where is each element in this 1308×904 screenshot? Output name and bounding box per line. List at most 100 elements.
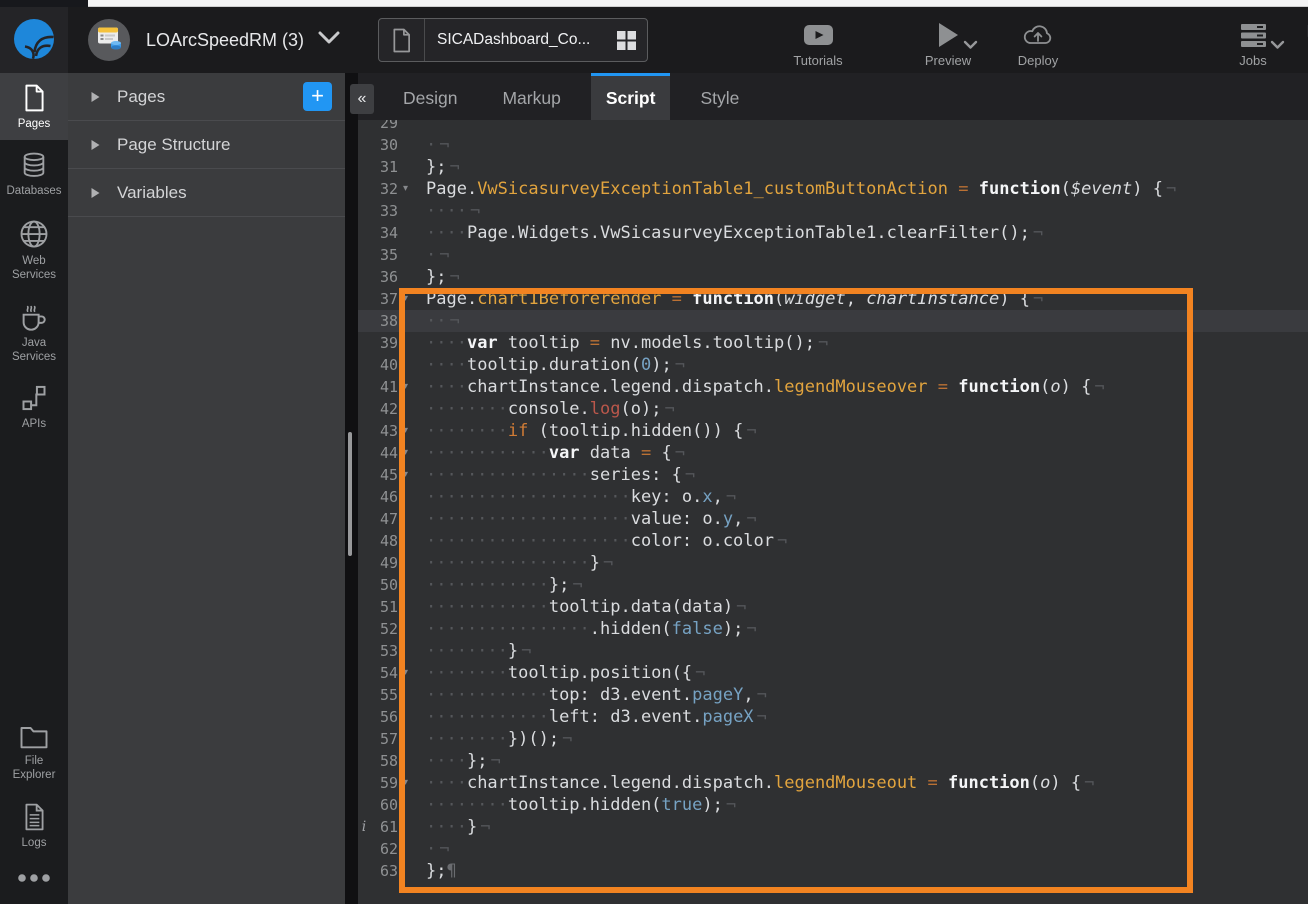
tab-style[interactable]: Style (685, 73, 754, 120)
chevron-down-icon[interactable] (1270, 38, 1285, 53)
line-number[interactable]: 31 (364, 156, 398, 178)
line-number[interactable]: 47 (364, 508, 398, 530)
code-line[interactable]: 29 (358, 120, 1308, 134)
line-number[interactable]: 52 (364, 618, 398, 640)
code-line[interactable]: 49················}¬ (358, 552, 1308, 574)
panel-section-variables[interactable]: Variables (68, 169, 345, 217)
line-number[interactable]: 32 (364, 178, 398, 200)
code-line[interactable]: 54▾········tooltip.position({¬ (358, 662, 1308, 684)
triangle-right-icon[interactable] (90, 91, 101, 103)
vertical-scrollbar-thumb[interactable] (348, 432, 352, 556)
code-line[interactable]: 37▾Page.chart1Beforerender = function(wi… (358, 288, 1308, 310)
line-number[interactable]: 62 (364, 838, 398, 860)
code-line[interactable]: 44▾············var data = {¬ (358, 442, 1308, 464)
code-line[interactable]: 59▾····chartInstance.legend.dispatch.leg… (358, 772, 1308, 794)
rail-item-pages[interactable]: Pages (0, 73, 68, 140)
triangle-right-icon[interactable] (90, 187, 101, 199)
line-number[interactable]: 30 (364, 134, 398, 156)
line-number[interactable]: 46 (364, 486, 398, 508)
rail-item-logs[interactable]: Logs (0, 792, 68, 859)
code-line[interactable]: 56············left: d3.event.pageX¬ (358, 706, 1308, 728)
collapse-panel-button[interactable]: « (350, 84, 374, 114)
topbar-deploy-button[interactable]: Deploy (998, 19, 1078, 68)
line-number[interactable]: 45 (364, 464, 398, 486)
line-number[interactable]: 50 (364, 574, 398, 596)
line-number[interactable]: 48 (364, 530, 398, 552)
line-number[interactable]: 29 (364, 120, 398, 134)
topbar-artifacts-button[interactable]: Arti (1288, 19, 1308, 68)
code-line[interactable]: 63};¶ (358, 860, 1308, 882)
tab-script[interactable]: Script (591, 73, 671, 120)
fold-arrow-icon[interactable]: ▾ (403, 420, 408, 442)
code-line[interactable]: 36};¬ (358, 266, 1308, 288)
chevron-down-icon[interactable] (963, 38, 978, 53)
code-line[interactable]: 55············top: d3.event.pageY,¬ (358, 684, 1308, 706)
fold-arrow-icon[interactable]: ▾ (403, 772, 408, 794)
project-name[interactable]: LOArcSpeedRM (3) (146, 7, 304, 73)
topbar-tutorials-button[interactable]: Tutorials (778, 19, 858, 68)
code-line[interactable]: 38··¬ (358, 310, 1308, 332)
tab-design[interactable]: Design (388, 73, 472, 120)
code-line[interactable]: 35·¬ (358, 244, 1308, 266)
code-line[interactable]: 50············};¬ (358, 574, 1308, 596)
line-number[interactable]: 42 (364, 398, 398, 420)
code-line[interactable]: 32▾Page.VwSicasurveyExceptionTable1_cust… (358, 178, 1308, 200)
code-line[interactable]: 62·¬ (358, 838, 1308, 860)
project-chevron-down-icon[interactable] (318, 31, 340, 50)
fold-arrow-icon[interactable]: ▾ (403, 376, 408, 398)
line-number[interactable]: 36 (364, 266, 398, 288)
line-number[interactable]: 33 (364, 200, 398, 222)
line-number[interactable]: 60 (364, 794, 398, 816)
code-line[interactable]: 42········console.log(o);¬ (358, 398, 1308, 420)
line-number[interactable]: 63 (364, 860, 398, 882)
line-number[interactable]: 57 (364, 728, 398, 750)
line-number[interactable]: 39 (364, 332, 398, 354)
line-number[interactable]: 49 (364, 552, 398, 574)
line-number[interactable]: 59 (364, 772, 398, 794)
fold-arrow-icon[interactable]: ▾ (403, 662, 408, 684)
page-grid-icon[interactable] (606, 30, 647, 51)
line-number[interactable]: 34 (364, 222, 398, 244)
line-number[interactable]: 41 (364, 376, 398, 398)
code-line[interactable]: 30·¬ (358, 134, 1308, 156)
panel-section-page-structure[interactable]: Page Structure (68, 121, 345, 169)
fold-arrow-icon[interactable]: ▾ (403, 178, 408, 200)
code-line[interactable]: 60········tooltip.hidden(true);¬ (358, 794, 1308, 816)
wavemaker-logo[interactable] (0, 7, 68, 73)
code-line[interactable]: 47····················value: o.y,¬ (358, 508, 1308, 530)
rail-item-databases[interactable]: Databases (0, 140, 68, 207)
code-line[interactable]: 43▾········if (tooltip.hidden()) {¬ (358, 420, 1308, 442)
code-line[interactable]: 58····};¬ (358, 750, 1308, 772)
code-line[interactable]: 34····Page.Widgets.VwSicasurveyException… (358, 222, 1308, 244)
line-number[interactable]: 44 (364, 442, 398, 464)
line-number[interactable]: 37 (364, 288, 398, 310)
rail-item-web-services[interactable]: Web Services (0, 208, 68, 292)
code-line[interactable]: 51············tooltip.data(data)¬ (358, 596, 1308, 618)
code-line[interactable]: 31};¬ (358, 156, 1308, 178)
code-editor[interactable]: 2930·¬31};¬32▾Page.VwSicasurveyException… (358, 120, 1308, 904)
fold-arrow-icon[interactable]: ▾ (403, 442, 408, 464)
topbar-preview-button[interactable]: Preview (908, 19, 988, 68)
line-number[interactable]: 40 (364, 354, 398, 376)
code-line[interactable]: 40····tooltip.duration(0);¬ (358, 354, 1308, 376)
line-number[interactable]: 55 (364, 684, 398, 706)
rail-item-java-services[interactable]: Java Services (0, 292, 68, 374)
triangle-right-icon[interactable] (90, 139, 101, 151)
line-number[interactable]: 35 (364, 244, 398, 266)
code-line[interactable]: 53········}¬ (358, 640, 1308, 662)
panel-section-pages[interactable]: Pages+ (68, 73, 345, 121)
page-selector[interactable]: SICADashboard_Co... (378, 18, 648, 62)
rail-item-apis[interactable]: APIs (0, 373, 68, 440)
line-number[interactable]: 54 (364, 662, 398, 684)
rail-item-more[interactable] (0, 859, 68, 904)
line-number[interactable]: 56 (364, 706, 398, 728)
rail-item-file-explorer[interactable]: File Explorer (0, 713, 68, 792)
code-line[interactable]: i61····}¬ (358, 816, 1308, 838)
line-number[interactable]: 58 (364, 750, 398, 772)
topbar-jobs-button[interactable]: Jobs (1217, 19, 1289, 68)
code-line[interactable]: 39····var tooltip = nv.models.tooltip();… (358, 332, 1308, 354)
line-number[interactable]: 61 (364, 816, 398, 838)
fold-arrow-icon[interactable]: ▾ (403, 288, 408, 310)
line-number[interactable]: 53 (364, 640, 398, 662)
line-number[interactable]: 51 (364, 596, 398, 618)
